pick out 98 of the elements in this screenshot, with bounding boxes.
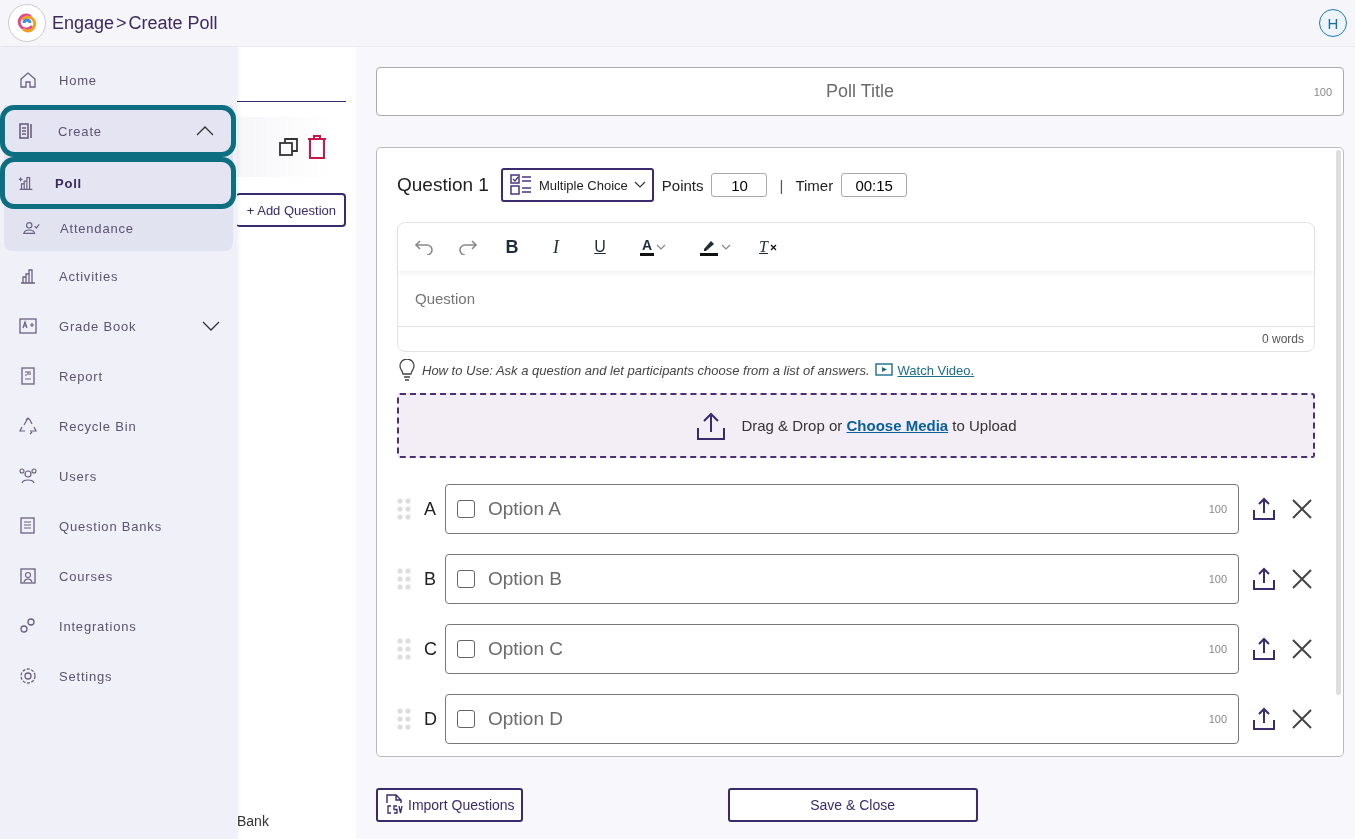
upload-icon[interactable] — [1251, 496, 1277, 522]
char-limit: 100 — [1208, 573, 1227, 585]
timer-field[interactable]: 00:15 — [841, 173, 908, 197]
video-icon — [874, 363, 893, 377]
correct-checkbox[interactable] — [457, 570, 475, 588]
char-limit: 100 — [1208, 643, 1227, 655]
drag-handle-icon[interactable] — [397, 498, 411, 520]
trash-icon[interactable] — [306, 134, 328, 160]
nav-label: Grade Book — [59, 318, 137, 334]
upload-icon[interactable] — [1251, 636, 1277, 662]
users-icon — [18, 466, 38, 486]
page-title: Create Poll — [128, 12, 218, 34]
nav-item[interactable]: Grade Book — [0, 301, 237, 351]
nav-label: Integrations — [59, 618, 137, 634]
upload-icon[interactable] — [1251, 566, 1277, 592]
choose-media-link[interactable]: Choose Media — [846, 417, 949, 434]
csv-file-icon — [384, 794, 404, 816]
person-check-icon — [22, 219, 40, 237]
char-limit: 100 — [1208, 503, 1227, 515]
nav-item[interactable]: Users — [0, 451, 237, 501]
media-dropzone[interactable]: Drag & Drop or Choose Media to Upload — [397, 393, 1315, 458]
bar-chart-icon — [17, 174, 35, 192]
checklist-icon — [508, 173, 533, 197]
word-count: 0 words — [1261, 332, 1304, 346]
char-limit: 100 — [1208, 713, 1227, 725]
nav-subitem[interactable]: Poll — [0, 157, 236, 209]
clear-format-button[interactable]: T — [748, 231, 788, 263]
nav-label: Poll — [55, 175, 83, 191]
option-letter: D — [424, 708, 438, 730]
drag-handle-icon[interactable] — [397, 568, 411, 590]
nav-label: Users — [59, 468, 97, 484]
timer-label: Timer — [795, 176, 834, 194]
option-letter: C — [424, 638, 438, 660]
italic-button[interactable]: I — [536, 231, 576, 263]
add-question-button[interactable]: + Add Question — [236, 193, 346, 227]
drag-handle-icon[interactable] — [397, 708, 411, 730]
points-label: Points — [661, 176, 704, 194]
caret-icon — [633, 181, 646, 189]
undo-icon — [414, 239, 434, 255]
copy-icon[interactable] — [278, 136, 300, 158]
bank-label: Bank — [237, 813, 270, 829]
watch-video-link[interactable]: Watch Video. — [874, 362, 975, 378]
list-icon — [18, 516, 38, 536]
drag-handle-icon[interactable] — [397, 638, 411, 660]
nav-item[interactable]: Recycle Bin — [0, 401, 237, 451]
save-close-button[interactable]: Save & Close — [727, 788, 978, 822]
breadcrumb-separator: > — [116, 12, 127, 34]
user-avatar[interactable]: H — [1319, 9, 1347, 37]
nav-item[interactable]: Report — [0, 351, 237, 401]
hint-text: How to Use: Ask a question and let participants choose from a list of answers. — [422, 362, 870, 378]
correct-checkbox[interactable] — [457, 640, 475, 658]
upload-icon[interactable] — [1251, 706, 1277, 732]
font-color-button[interactable]: A — [624, 231, 682, 263]
option-letter: A — [424, 498, 437, 520]
nav-item[interactable]: Activities — [0, 251, 237, 301]
caret-icon — [656, 243, 667, 251]
lightbulb-icon — [397, 359, 417, 381]
recycle-icon — [18, 416, 38, 436]
nav-item[interactable]: Question Banks — [0, 501, 237, 551]
char-limit: 100 — [1313, 85, 1332, 98]
nav-label: Report — [59, 368, 103, 384]
nav-subitem[interactable]: Attendance — [8, 209, 229, 247]
small-x-icon — [769, 243, 777, 251]
nav-item[interactable]: Settings — [0, 651, 237, 701]
nav-label: Home — [59, 72, 97, 88]
courses-icon — [18, 566, 38, 586]
nav-label: Settings — [59, 668, 113, 684]
nav-item[interactable]: Courses — [0, 551, 237, 601]
marker-icon — [699, 238, 719, 256]
nav-label: Activities — [59, 268, 119, 284]
nav-label: Attendance — [60, 220, 134, 236]
redo-icon — [458, 239, 478, 255]
home-icon — [18, 70, 38, 90]
logo[interactable] — [8, 4, 46, 42]
settings-icon — [18, 666, 38, 686]
divider-text: | — [779, 176, 784, 194]
correct-checkbox[interactable] — [457, 500, 475, 518]
nav-item[interactable]: Create — [0, 105, 236, 157]
bar-chart-icon — [18, 266, 38, 286]
grade-icon — [18, 316, 38, 336]
option-letter: B — [424, 568, 437, 590]
bold-button[interactable]: B — [492, 231, 532, 263]
nav-label: Question Banks — [59, 518, 162, 534]
question-type-dropdown[interactable]: Multiple Choice — [500, 168, 654, 202]
correct-checkbox[interactable] — [457, 710, 475, 728]
nav-label: Create — [58, 123, 102, 139]
nav-label: Recycle Bin — [59, 418, 137, 434]
points-field[interactable]: 10 — [711, 173, 768, 197]
upload-text: Drag & Drop or Choose Media to Upload — [741, 417, 1017, 434]
nav-label: Courses — [59, 568, 113, 584]
import-questions-button[interactable]: Import Questions — [376, 788, 523, 822]
nav-item[interactable]: Home — [0, 55, 237, 105]
nav-item[interactable]: Integrations — [0, 601, 237, 651]
question-label: Question 1 — [397, 174, 489, 196]
breadcrumb-link[interactable]: Engage — [52, 12, 115, 34]
report-icon — [18, 366, 38, 386]
caret-icon — [721, 243, 731, 251]
underline-button[interactable]: U — [580, 231, 620, 263]
